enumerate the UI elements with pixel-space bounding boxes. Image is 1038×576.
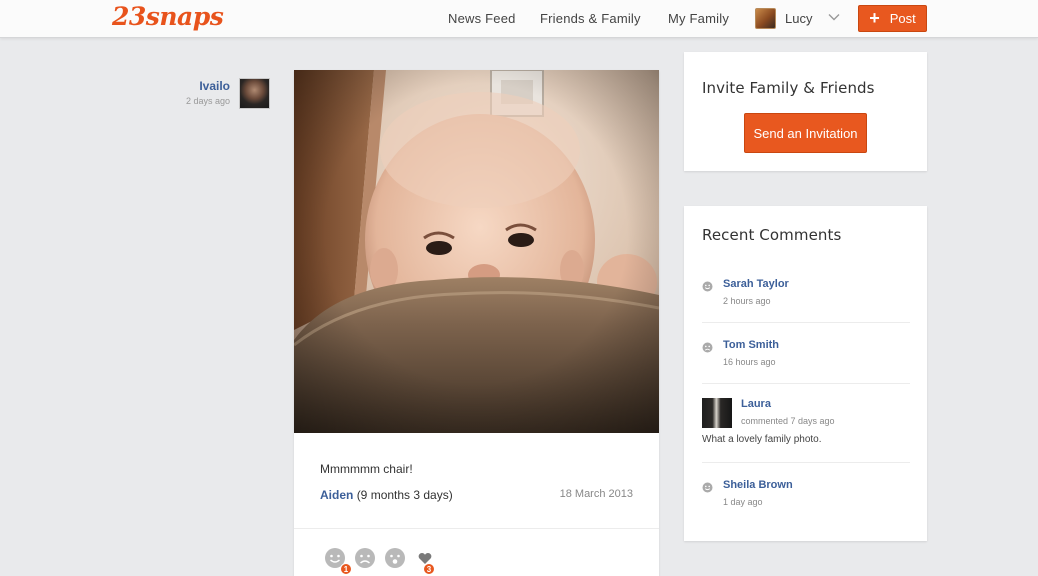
plus-icon: +: [869, 7, 880, 28]
invite-title: Invite Family & Friends: [702, 79, 875, 97]
comment-divider: [702, 462, 910, 463]
react-sad-button[interactable]: [354, 547, 376, 569]
comment-text: What a lovely family photo.: [702, 434, 822, 445]
post-author-name[interactable]: Ivailo: [199, 79, 230, 93]
react-heart-button[interactable]: 3: [414, 547, 436, 575]
sad-face-icon: [702, 342, 713, 353]
child-age: (9 months 3 days): [356, 488, 453, 502]
post-button[interactable]: + Post: [858, 5, 927, 32]
invite-widget: Invite Family & Friends Send an Invitati…: [684, 52, 927, 171]
post-button-label: Post: [889, 11, 916, 26]
surprised-face-icon: [385, 548, 405, 568]
post-date: 18 March 2013: [559, 488, 633, 500]
reaction-bar: 1 3: [324, 547, 436, 575]
comment-author[interactable]: Sheila Brown: [723, 479, 793, 491]
top-navigation-bar: 23snaps News Feed Friends & Family My Fa…: [0, 0, 1038, 38]
comment-time: 2 hours ago: [723, 296, 771, 306]
comment-time: 1 day ago: [723, 497, 763, 507]
app-logo[interactable]: 23snaps: [112, 2, 224, 31]
react-surprised-button[interactable]: [384, 547, 406, 569]
user-name[interactable]: Lucy: [785, 11, 812, 26]
happy-face-icon: [702, 482, 713, 493]
nav-friends-family[interactable]: Friends & Family: [540, 11, 641, 26]
comment-author[interactable]: Laura: [741, 398, 771, 410]
send-invitation-button[interactable]: Send an Invitation: [744, 113, 867, 153]
recent-comments-widget: Recent Comments Sarah Taylor 2 hours ago…: [684, 206, 927, 541]
comment-time: 16 hours ago: [723, 357, 776, 367]
post-photo[interactable]: [294, 70, 659, 433]
post-caption: Mmmmmm chair!: [320, 462, 413, 476]
commenter-avatar[interactable]: [702, 398, 732, 428]
happy-face-icon: [702, 281, 713, 292]
card-divider: [294, 528, 659, 529]
comment-author[interactable]: Tom Smith: [723, 339, 779, 351]
post-card: Mmmmmm chair! Aiden (9 months 3 days) 18…: [294, 70, 659, 576]
comment-author[interactable]: Sarah Taylor: [723, 278, 789, 290]
react-happy-button[interactable]: 1: [324, 547, 352, 575]
nav-my-family[interactable]: My Family: [668, 11, 729, 26]
comment-divider: [702, 322, 910, 323]
happy-count-badge: 1: [340, 563, 352, 575]
post-author-avatar[interactable]: [239, 78, 270, 109]
comment-divider: [702, 383, 910, 384]
post-time: 2 days ago: [185, 96, 230, 106]
sad-face-icon: [355, 548, 375, 568]
comment-time: commented 7 days ago: [741, 416, 835, 426]
recent-comments-title: Recent Comments: [702, 226, 842, 244]
chevron-down-icon[interactable]: [827, 10, 841, 24]
post-child-link[interactable]: Aiden (9 months 3 days): [320, 488, 453, 502]
nav-news-feed[interactable]: News Feed: [448, 11, 516, 26]
child-name[interactable]: Aiden: [320, 488, 353, 502]
heart-count-badge: 3: [423, 563, 435, 575]
user-avatar[interactable]: [755, 8, 776, 29]
